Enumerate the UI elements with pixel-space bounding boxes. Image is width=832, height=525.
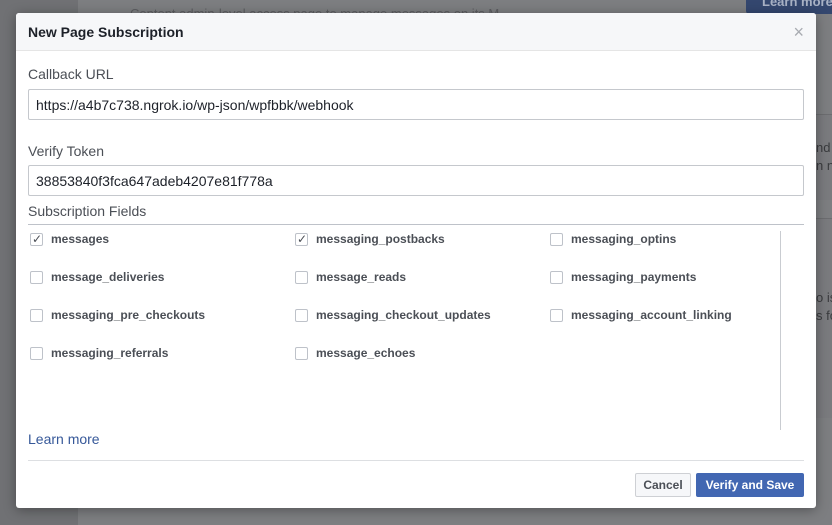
verify-token-label: Verify Token <box>28 143 105 159</box>
checkbox-icon[interactable] <box>30 308 43 322</box>
background-learn-more-button: Learn more <box>746 0 832 14</box>
checkbox-checked-icon[interactable]: ✓ <box>295 231 308 246</box>
checkbox-icon[interactable] <box>30 346 43 360</box>
subscription-field-label: messages <box>51 232 110 246</box>
checkbox-icon[interactable] <box>550 232 563 246</box>
subscription-field-messaging-checkout-updates[interactable]: messaging_checkout_updates <box>295 307 491 323</box>
callback-url-input[interactable] <box>28 89 804 120</box>
subscription-fields-label: Subscription Fields <box>28 203 147 219</box>
new-page-subscription-dialog: New Page Subscription × Callback URL Ver… <box>16 13 816 508</box>
background-side-text: s fo <box>816 308 832 323</box>
subscription-field-messaging-optins[interactable]: messaging_optins <box>550 231 676 247</box>
checkbox-icon[interactable] <box>550 270 563 284</box>
checkbox-icon[interactable] <box>550 308 563 322</box>
background-side-text: o is <box>816 290 832 305</box>
verify-and-save-button[interactable]: Verify and Save <box>696 473 804 497</box>
background-side-text: n n <box>816 158 832 173</box>
checkbox-checked-icon[interactable]: ✓ <box>30 231 43 246</box>
subscription-field-messaging-postbacks[interactable]: ✓ messaging_postbacks <box>295 231 445 247</box>
dialog-header: New Page Subscription × <box>16 13 816 51</box>
subscription-field-message-deliveries[interactable]: message_deliveries <box>30 269 164 285</box>
subscription-field-messaging-referrals[interactable]: messaging_referrals <box>30 345 168 361</box>
subscription-fields-divider <box>28 224 804 225</box>
subscription-field-message-echoes[interactable]: message_echoes <box>295 345 415 361</box>
check-icon: ✓ <box>32 231 43 246</box>
footer-divider <box>28 460 804 461</box>
cancel-button[interactable]: Cancel <box>635 473 691 497</box>
verify-token-input[interactable] <box>28 165 804 196</box>
subscription-field-label: message_reads <box>316 270 407 284</box>
check-icon: ✓ <box>297 231 308 246</box>
dialog-title: New Page Subscription <box>28 24 184 40</box>
subscription-field-label: messaging_account_linking <box>571 308 732 322</box>
checkbox-icon[interactable] <box>295 270 308 284</box>
background-side-text: nd <box>816 140 831 155</box>
learn-more-link[interactable]: Learn more <box>28 431 100 447</box>
subscription-field-message-reads[interactable]: message_reads <box>295 269 406 285</box>
subscription-field-label: message_deliveries <box>51 270 165 284</box>
subscription-field-messaging-payments[interactable]: messaging_payments <box>550 269 696 285</box>
subscription-field-label: messaging_referrals <box>51 346 169 360</box>
subscription-field-messaging-pre-checkouts[interactable]: messaging_pre_checkouts <box>30 307 205 323</box>
checkbox-icon[interactable] <box>30 270 43 284</box>
subscription-field-messages[interactable]: ✓ messages <box>30 231 109 247</box>
subscription-field-label: messaging_checkout_updates <box>316 308 491 322</box>
fields-scrollbar[interactable] <box>780 231 781 430</box>
subscription-field-label: messaging_payments <box>571 270 697 284</box>
close-icon[interactable]: × <box>793 22 804 42</box>
subscription-field-label: message_echoes <box>316 346 416 360</box>
callback-url-label: Callback URL <box>28 66 114 82</box>
subscription-field-label: messaging_postbacks <box>316 232 445 246</box>
checkbox-icon[interactable] <box>295 308 308 322</box>
subscription-field-label: messaging_optins <box>571 232 677 246</box>
checkbox-icon[interactable] <box>295 346 308 360</box>
subscription-field-messaging-account-linking[interactable]: messaging_account_linking <box>550 307 732 323</box>
subscription-field-label: messaging_pre_checkouts <box>51 308 206 322</box>
